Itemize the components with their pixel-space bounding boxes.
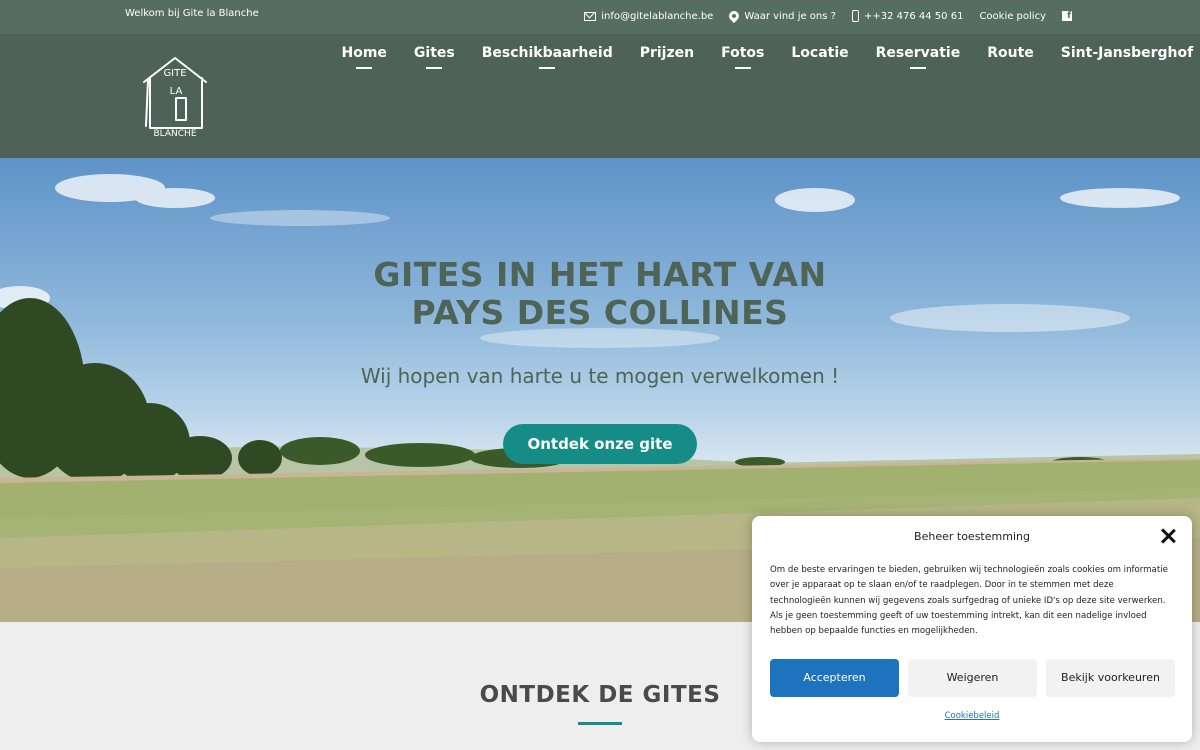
top-bar: Welkom bij Gite la Blanche info@gitelabl… xyxy=(0,0,1200,34)
logo-text-gite: GITE xyxy=(163,68,186,79)
section-divider xyxy=(578,722,622,725)
phone-text: ++32 476 44 50 61 xyxy=(863,10,964,22)
location-link[interactable]: Waar vind je ons ? xyxy=(727,8,836,24)
deny-button[interactable]: Weigeren xyxy=(908,659,1037,697)
nav-label: Route xyxy=(987,45,1034,61)
cookie-consent-modal: Beheer toestemming Om de beste ervaringe… xyxy=(752,516,1192,742)
modal-title: Beheer toestemming xyxy=(914,530,1030,543)
facebook-icon[interactable]: f xyxy=(1062,11,1072,21)
phone-icon xyxy=(851,10,859,22)
nav-label: Sint-Jansberghof xyxy=(1060,45,1194,61)
nav-underline xyxy=(356,67,373,69)
modal-description: Om de beste ervaringen te bieden, gebrui… xyxy=(770,565,1168,637)
logo-text-la: LA xyxy=(170,86,183,97)
mail-icon xyxy=(584,11,597,21)
site-logo[interactable]: GITE LA BLANCHE xyxy=(140,54,210,138)
nav-item-fotos[interactable]: Fotos xyxy=(708,44,778,74)
modal-buttons: Accepteren Weigeren Bekijk voorkeuren xyxy=(770,659,1175,697)
accept-button[interactable]: Accepteren xyxy=(770,659,899,697)
phone-link[interactable]: ++32 476 44 50 61 xyxy=(851,10,964,22)
nav-underline xyxy=(426,67,443,69)
nav-item-gites[interactable]: Gites xyxy=(400,44,468,74)
nav-underline xyxy=(734,67,751,69)
map-pin-icon xyxy=(727,8,742,24)
nav-label: Locatie xyxy=(791,45,849,61)
nav-item-sint-jansberghof[interactable]: Sint-Jansberghof xyxy=(1047,44,1200,74)
welcome-text: Welkom bij Gite la Blanche xyxy=(125,8,259,19)
nav-label: Prijzen xyxy=(639,45,695,61)
email-link[interactable]: info@gitelablanche.be xyxy=(584,11,713,22)
cookie-policy-link[interactable]: Cookiebeleid xyxy=(752,711,1192,721)
section-title: ONTDEK DE GITES xyxy=(479,682,721,708)
nav-item-reservatie[interactable]: Reservatie xyxy=(862,44,974,74)
email-text: info@gitelablanche.be xyxy=(601,10,714,22)
close-icon[interactable] xyxy=(1160,528,1176,544)
nav-item-beschikbaarheid[interactable]: Beschikbaarheid xyxy=(468,44,626,74)
nav-underline xyxy=(909,67,926,69)
location-text: Waar vind je ons ? xyxy=(744,10,836,22)
nav-label: Fotos xyxy=(721,45,765,61)
nav-label: Home xyxy=(341,45,387,61)
topbar-contact: info@gitelablanche.be Waar vind je ons ?… xyxy=(584,8,1072,24)
logo-text-blanche: BLANCHE xyxy=(153,129,196,138)
hero-title: GITES IN HET HART VAN PAYS DES COLLINES xyxy=(300,256,900,332)
nav-label: Beschikbaarheid xyxy=(481,45,613,61)
cookie-policy-link[interactable]: Cookie policy xyxy=(979,11,1046,22)
nav-item-home[interactable]: Home xyxy=(328,44,400,74)
hero-title-line1: GITES IN HET HART VAN xyxy=(373,255,827,294)
hero-title-line2: PAYS DES COLLINES xyxy=(411,293,789,332)
nav-label: Reservatie xyxy=(875,45,961,61)
site-header: GITE LA BLANCHE Home Gites Beschikbaarhe… xyxy=(0,34,1200,158)
nav-item-prijzen[interactable]: Prijzen xyxy=(626,44,707,74)
hero-subtitle: Wij hopen van harte u te mogen verwelkom… xyxy=(360,364,840,388)
view-preferences-button[interactable]: Bekijk voorkeuren xyxy=(1046,659,1175,697)
discover-gite-button[interactable]: Ontdek onze gite xyxy=(503,424,697,464)
nav-label: Gites xyxy=(413,45,455,61)
nav-underline xyxy=(539,67,556,69)
nav-item-route[interactable]: Route xyxy=(974,44,1048,74)
nav-item-locatie[interactable]: Locatie xyxy=(778,44,862,74)
main-nav: Home Gites Beschikbaarheid Prijzen Fotos… xyxy=(328,44,1200,74)
